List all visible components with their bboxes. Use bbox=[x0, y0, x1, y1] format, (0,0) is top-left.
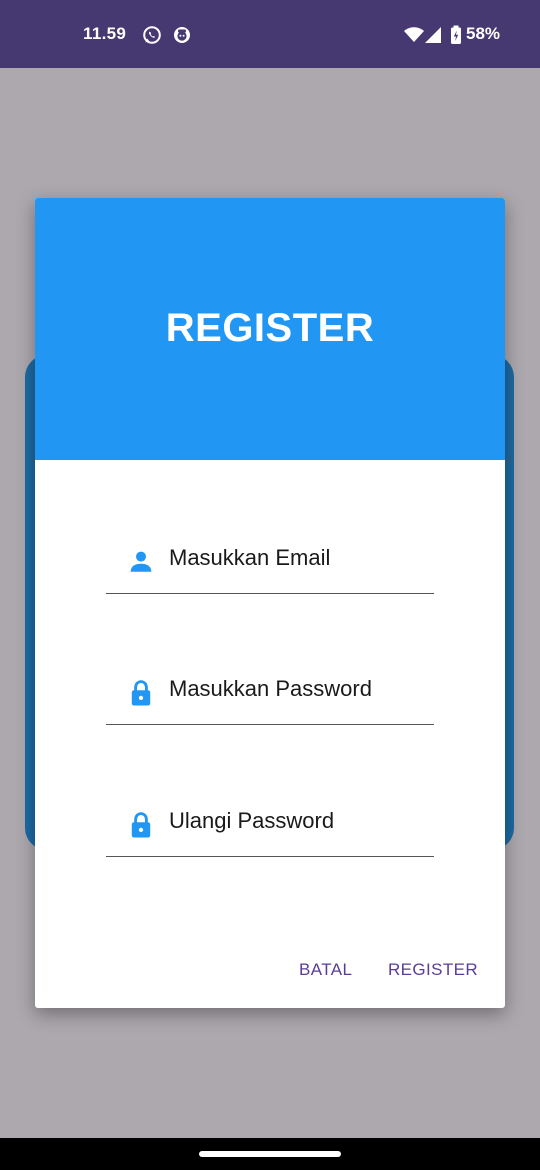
cell-signal-icon bbox=[425, 27, 441, 43]
battery-percent: 58% bbox=[466, 24, 501, 43]
status-time: 11.59 bbox=[83, 24, 127, 43]
confirm-password-field[interactable] bbox=[106, 798, 434, 857]
confirm-password-input[interactable] bbox=[169, 808, 429, 834]
dialog-header: REGISTER bbox=[35, 198, 505, 460]
whatsapp-icon bbox=[143, 26, 161, 44]
register-button[interactable]: REGISTER bbox=[386, 956, 480, 984]
wifi-icon bbox=[404, 27, 424, 42]
register-dialog: REGISTER BATAL REGISTER bbox=[35, 198, 505, 1008]
status-bar: 11.59 58% bbox=[0, 0, 540, 68]
battery-icon bbox=[451, 25, 461, 44]
lock-icon bbox=[131, 812, 151, 838]
person-icon bbox=[130, 551, 152, 572]
home-gesture-handle[interactable] bbox=[199, 1151, 341, 1157]
email-field[interactable] bbox=[106, 535, 434, 594]
dialog-title: REGISTER bbox=[165, 306, 375, 350]
email-input[interactable] bbox=[169, 545, 429, 571]
password-field[interactable] bbox=[106, 666, 434, 725]
password-input[interactable] bbox=[169, 676, 429, 702]
notification-app-icon bbox=[174, 27, 190, 43]
cancel-button[interactable]: BATAL bbox=[297, 956, 354, 984]
navigation-bar bbox=[0, 1138, 540, 1170]
lock-icon bbox=[131, 680, 151, 706]
